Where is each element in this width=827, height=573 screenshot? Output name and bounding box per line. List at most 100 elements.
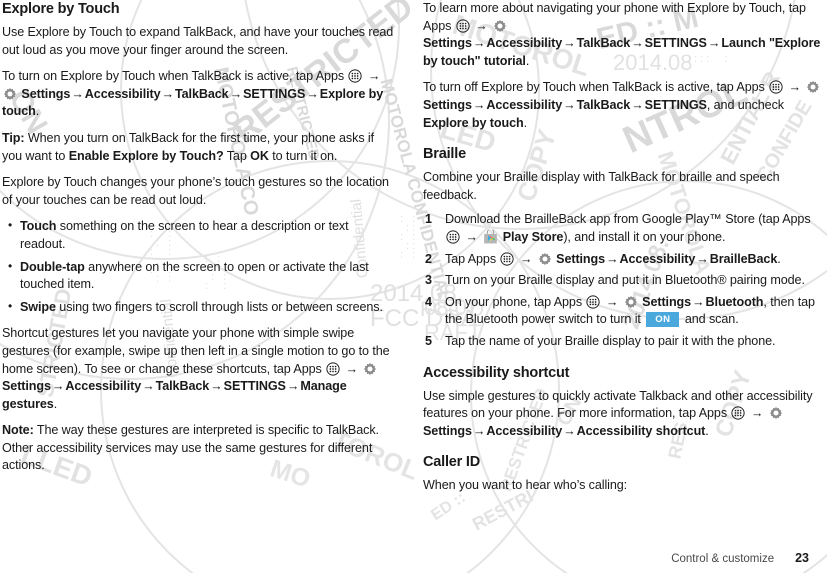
tip-text-3: to turn it on.	[268, 148, 338, 163]
arrow-icon: →	[472, 36, 486, 51]
arrow-icon: →	[210, 379, 223, 394]
explore-intro-paragraph: Use Explore by Touch to expand TalkBack,…	[2, 25, 394, 57]
apps-grid-icon	[348, 69, 363, 83]
accessibility-label: Accessibility	[65, 379, 142, 394]
bullet-term-swipe: Swipe	[20, 299, 56, 314]
bullet-term-touch: Touch	[20, 219, 57, 234]
arrow-icon: →	[229, 86, 243, 101]
learn-more-paragraph: To learn more about navigating your phon…	[423, 1, 821, 68]
braille-intro-paragraph: Combine your Braille display with TalkBa…	[423, 170, 780, 202]
turn-off-explore-paragraph: To turn off Explore by Touch when TalkBa…	[423, 79, 824, 132]
arrow-icon: →	[472, 97, 486, 112]
apps-grid-icon	[456, 18, 470, 33]
arrow-icon: →	[631, 36, 644, 51]
list-item: Double-tap anywhere on the screen to ope…	[2, 258, 395, 294]
apps-grid-icon	[769, 80, 783, 94]
turn-off-explore-text: To turn off Explore by Touch when TalkBa…	[423, 80, 765, 95]
settings-label: Settings	[21, 86, 71, 101]
gear-icon	[769, 406, 783, 420]
list-item: 3 Turn on your Braille display and put i…	[423, 272, 824, 290]
arrow-icon: →	[465, 229, 478, 244]
settings-label: Settings	[423, 36, 472, 51]
arrow-icon: →	[367, 69, 381, 84]
settings-caps-label: SETTINGS	[243, 86, 306, 101]
apps-grid-icon	[500, 251, 515, 266]
explore-changes-paragraph: Explore by Touch changes your phone’s to…	[2, 175, 389, 207]
tip-label: Tip:	[2, 130, 25, 145]
settings-label: Settings	[556, 251, 606, 266]
accessibility-shortcut-label: Accessibility shortcut	[576, 423, 706, 438]
settings-label: Settings	[2, 379, 51, 394]
arrow-icon: →	[707, 36, 721, 51]
right-column: To learn more about navigating your phon…	[413, 0, 826, 573]
page-number: 23	[795, 551, 809, 565]
arrow-icon: →	[306, 86, 319, 101]
tip-text-2: Tap	[223, 148, 251, 163]
arrow-icon: →	[605, 294, 619, 309]
list-item: 1 Download the BrailleBack app from Goog…	[423, 211, 824, 246]
talkback-label: TalkBack	[175, 86, 229, 101]
braille-steps-list: 1 Download the BrailleBack app from Goog…	[423, 211, 824, 350]
step-number: 2	[425, 251, 432, 266]
page-footer: Control & customize 23	[671, 551, 809, 565]
bullet-desc-swipe: using two fingers to scroll through list…	[55, 299, 383, 314]
accessibility-label: Accessibility	[486, 423, 563, 438]
talkback-label: TalkBack	[576, 36, 631, 51]
arrow-icon: →	[475, 18, 488, 33]
caller-id-paragraph: When you want to hear who’s calling:	[423, 478, 628, 493]
uncheck-text: , and uncheck	[706, 97, 784, 112]
enable-explore-prompt: Enable Explore by Touch?	[68, 148, 224, 163]
footer-chapter-label: Control & customize	[671, 553, 775, 565]
gear-icon	[3, 87, 17, 101]
apps-grid-icon	[326, 361, 340, 376]
arrow-icon: →	[51, 379, 65, 394]
accessibility-label: Accessibility	[486, 36, 563, 51]
section-heading-accessibility-shortcut: Accessibility shortcut	[423, 364, 570, 381]
arrow-icon: →	[692, 294, 705, 309]
step-3-text: Turn on your Braille display and put it …	[445, 273, 805, 288]
list-item: Touch something on the screen to hear a …	[2, 217, 395, 253]
gear-icon	[806, 80, 820, 94]
note-label: Note:	[2, 423, 34, 438]
talkback-label: TalkBack	[576, 97, 631, 112]
accessibility-shortcut-paragraph: Use simple gestures to quickly activate …	[423, 388, 813, 438]
arrow-icon: →	[696, 251, 709, 266]
settings-label: Settings	[423, 97, 472, 112]
section-heading-braille: Braille	[423, 146, 466, 163]
bullet-desc-touch: something on the screen to hear a descri…	[20, 219, 349, 251]
apps-grid-icon	[446, 230, 460, 244]
settings-label: Settings	[423, 423, 472, 438]
bullet-term-double-tap: Double-tap	[20, 259, 85, 274]
left-column: Explore by Touch Use Explore by Touch to…	[0, 0, 413, 573]
play-store-label: Play Store	[502, 229, 564, 244]
talkback-label: TalkBack	[155, 379, 210, 394]
arrow-icon: →	[631, 97, 644, 112]
arrow-icon: →	[161, 86, 175, 101]
step-5-text: Tap the name of your Braille display to …	[445, 333, 776, 348]
arrow-icon: →	[286, 379, 300, 394]
turn-on-explore-text: To turn on Explore by Touch when TalkBac…	[2, 69, 345, 84]
step-number: 3	[425, 273, 432, 288]
accessibility-label: Accessibility	[486, 97, 563, 112]
note-text: The way these gestures are interpreted i…	[2, 423, 379, 473]
arrow-icon: →	[788, 80, 802, 95]
section-heading-explore-by-touch: Explore by Touch	[2, 1, 120, 17]
settings-caps-label: SETTINGS	[223, 379, 286, 394]
accessibility-label: Accessibility	[619, 251, 696, 266]
arrow-icon: →	[563, 36, 576, 51]
arrow-icon: →	[519, 251, 533, 266]
step-1-text-a: Download the BrailleBack app from Google…	[445, 212, 811, 227]
bluetooth-on-toggle[interactable]: ON	[646, 312, 680, 328]
step-number: 5	[425, 333, 432, 348]
turn-on-explore-paragraph: To turn on Explore by Touch when TalkBac…	[2, 69, 384, 119]
step-number: 1	[425, 212, 432, 227]
list-item: 4 On your phone, tap Apps → Settings→Blu…	[423, 294, 824, 329]
settings-caps-label: SETTINGS	[644, 36, 707, 51]
step-2-text-a: Tap Apps	[445, 251, 497, 266]
arrow-icon: →	[472, 423, 486, 438]
arrow-icon: →	[142, 379, 155, 394]
step-number: 4	[425, 294, 432, 309]
gear-icon	[363, 362, 377, 376]
accessibility-label: Accessibility	[84, 86, 161, 101]
page-content: Explore by Touch Use Explore by Touch to…	[0, 0, 827, 573]
